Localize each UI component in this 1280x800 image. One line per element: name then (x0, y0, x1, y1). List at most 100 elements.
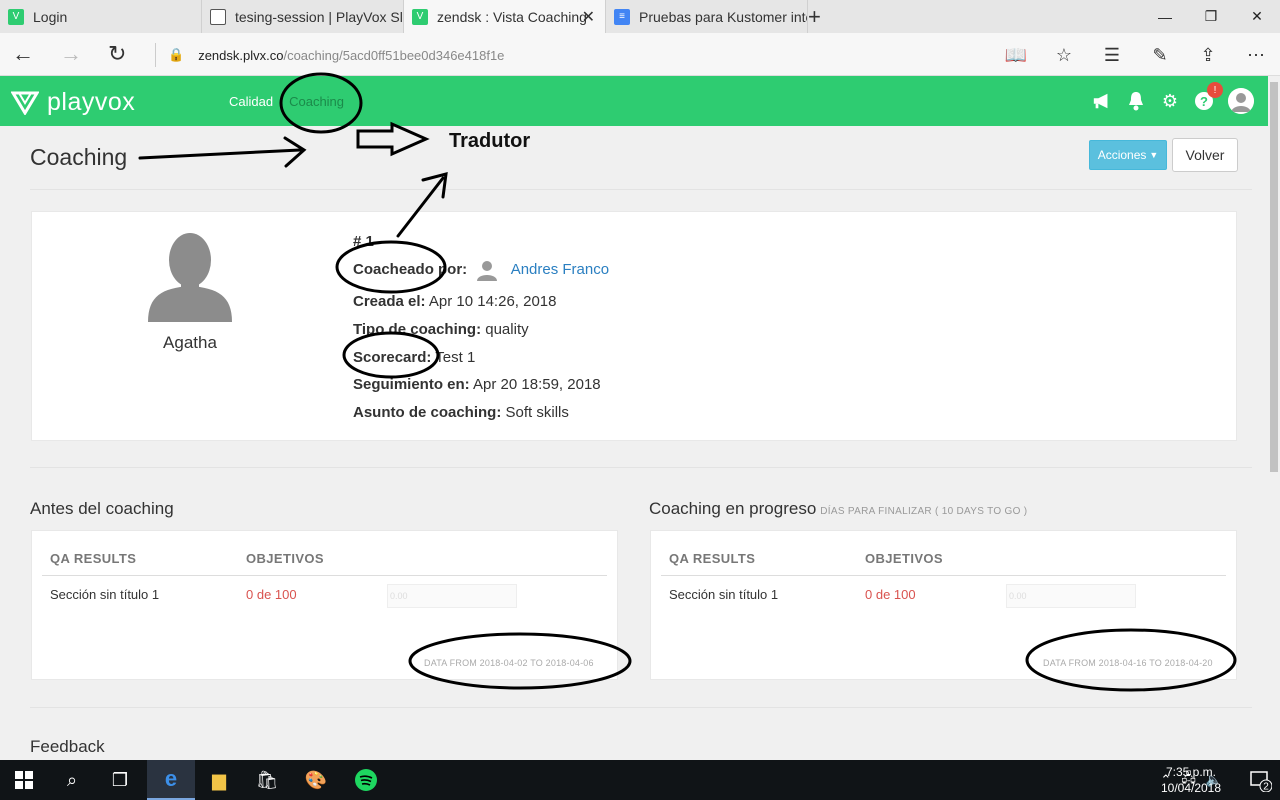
caret-down-icon: ▼ (1149, 150, 1159, 160)
before-row-value: 0 de 100 (246, 587, 297, 602)
url-path: /coaching/5acd0ff51bee0d346e418f1e (283, 47, 505, 63)
favorite-star-icon[interactable]: ☆ (1040, 39, 1088, 71)
divider (30, 707, 1252, 708)
scrollbar-thumb[interactable] (1270, 82, 1278, 472)
annotation-label: Tradutor (449, 130, 531, 152)
more-icon[interactable]: ⋯ (1232, 39, 1280, 71)
top-nav: Calidad Coaching (229, 94, 344, 109)
agent-avatar-icon (148, 233, 232, 322)
coaching-number: # 1 (353, 233, 374, 250)
before-section-title: Antes del coaching (30, 499, 174, 518)
created-row: Creada el: Apr 10 14:26, 2018 (353, 293, 557, 310)
scorecard-row: Scorecard: Test 1 (353, 349, 476, 366)
page-favicon-icon (210, 8, 226, 25)
days-to-go: DÍAS PARA FINALIZAR ( 10 DAYS TO GO ) (820, 506, 1028, 517)
hub-icon[interactable]: ☰ (1088, 39, 1136, 71)
divider (30, 467, 1252, 468)
divider (30, 189, 1252, 190)
forward-arrow-icon[interactable]: → (60, 41, 82, 67)
before-progress-bar: 0.00 (387, 584, 517, 608)
file-explorer-icon[interactable]: ▆ (195, 760, 243, 800)
progress-data-range: DATA FROM 2018-04-16 TO 2018-04-20 (1043, 658, 1213, 668)
before-row-label: Sección sin título 1 (50, 587, 160, 602)
before-col-qa: QA RESULTS (50, 551, 137, 566)
subject-row: Asunto de coaching: Soft skills (353, 404, 569, 421)
docs-favicon-icon: ≡ (614, 8, 630, 25)
playvox-favicon-icon: V (8, 8, 24, 25)
browser-toolbar: 📖 ☆ ☰ ✎ ⇪ ⋯ (992, 39, 1280, 71)
task-view-icon[interactable]: ❐ (96, 760, 144, 800)
web-note-icon[interactable]: ✎ (1136, 39, 1184, 71)
bell-icon[interactable] (1126, 90, 1146, 112)
help-icon[interactable]: ? ! (1194, 82, 1223, 112)
gear-icon[interactable]: ⚙ (1160, 90, 1180, 112)
coach-name-link[interactable]: Andres Franco (511, 261, 609, 278)
nav-calidad[interactable]: Calidad (229, 94, 273, 109)
user-avatar[interactable] (1228, 88, 1254, 114)
tab-vista-coaching[interactable]: V zendsk : Vista Coaching ✕ (404, 0, 606, 33)
store-icon[interactable]: 🛍 (243, 760, 291, 800)
playvox-logo[interactable]: playvox (11, 88, 135, 117)
arrow-line (138, 148, 302, 160)
feedback-title: Feedback (30, 737, 105, 756)
svg-text:?: ? (1200, 94, 1208, 109)
tab-title: zendsk : Vista Coaching (437, 8, 587, 25)
block-arrow (356, 121, 430, 157)
url-host: zendsk.plvx.co (198, 47, 284, 63)
windows-start-icon[interactable] (0, 760, 48, 800)
lock-icon: 🔒 (168, 47, 185, 62)
type-row: Tipo de coaching: quality (353, 321, 529, 338)
table-divider (661, 575, 1226, 576)
arrow-head (421, 171, 448, 199)
progress-progress-bar: 0.00 (1006, 584, 1136, 608)
window-controls: — ❐ ✕ (1142, 0, 1280, 33)
search-icon[interactable]: ⌕ (48, 760, 96, 800)
close-tab-icon[interactable]: ✕ (582, 7, 595, 27)
logo-text: playvox (47, 88, 136, 116)
notification-center-icon[interactable]: 2 (1248, 768, 1273, 793)
tab-kustomer-doc[interactable]: ≡ Pruebas para Kustomer inte (606, 0, 808, 33)
acciones-dropdown-button[interactable]: Acciones ▼ (1089, 140, 1167, 170)
volver-button[interactable]: Volver (1172, 138, 1238, 172)
table-divider (42, 575, 607, 576)
arrow-head (283, 136, 307, 168)
progress-section-title: Coaching en progreso DÍAS PARA FINALIZAR … (649, 499, 1028, 518)
agent-name: Agatha (163, 333, 217, 352)
progress-row-value: 0 de 100 (865, 587, 916, 602)
tab-slack-session[interactable]: tesing-session | PlayVox Sla (202, 0, 404, 33)
playvox-logo-icon (11, 91, 39, 115)
notification-badge: ! (1207, 82, 1223, 98)
progress-row-label: Sección sin título 1 (669, 587, 779, 602)
clock[interactable]: 7:35 p.m. 10/04/2018 (1158, 764, 1224, 796)
paint-icon[interactable]: 🎨 (292, 760, 340, 800)
new-tab-icon[interactable]: + (808, 4, 821, 30)
megaphone-icon[interactable] (1092, 90, 1112, 112)
progress-col-qa: QA RESULTS (669, 551, 756, 566)
minimize-icon[interactable]: — (1142, 0, 1188, 33)
reading-view-icon[interactable]: 📖 (992, 39, 1040, 71)
header-icons: ⚙ ? ! (1092, 82, 1254, 114)
coached-by-row: Coacheado por: Andres Franco (353, 259, 609, 281)
app-header: playvox Calidad Coaching ⚙ ? ! (0, 76, 1268, 126)
nav-coaching[interactable]: Coaching (289, 94, 344, 109)
page-scrollbar[interactable] (1268, 76, 1280, 760)
close-window-icon[interactable]: ✕ (1234, 0, 1280, 33)
acciones-label: Acciones (1097, 148, 1147, 162)
edge-browser-icon[interactable]: e (147, 760, 195, 800)
spotify-icon[interactable] (342, 760, 390, 800)
tab-title: Pruebas para Kustomer inte (639, 8, 808, 25)
taskbar: ⌕ ❐ e ▆ 🛍 🎨 ⌃ 🖧 🔈 7:35 p.m. 10/04/2018 2 (0, 760, 1280, 800)
refresh-icon[interactable]: ↻ (108, 41, 126, 67)
browser-tab-bar: V Login tesing-session | PlayVox Sla V z… (0, 0, 1280, 33)
page-title: Coaching (30, 144, 128, 170)
tab-login[interactable]: V Login (0, 0, 202, 33)
clock-date: 10/04/2018 (1160, 781, 1222, 795)
url-field[interactable]: 🔒 zendsk.plvx.co/coaching/5acd0ff51bee0d… (155, 43, 504, 67)
restore-icon[interactable]: ❐ (1188, 0, 1234, 33)
followup-row: Seguimiento en: Apr 20 18:59, 2018 (353, 376, 601, 393)
share-icon[interactable]: ⇪ (1184, 39, 1232, 71)
back-arrow-icon[interactable]: ← (12, 41, 34, 67)
tab-title: Login (33, 8, 68, 25)
progress-col-objetivos: OBJETIVOS (865, 551, 944, 566)
clock-time: 7:35 p.m. (1165, 765, 1217, 779)
